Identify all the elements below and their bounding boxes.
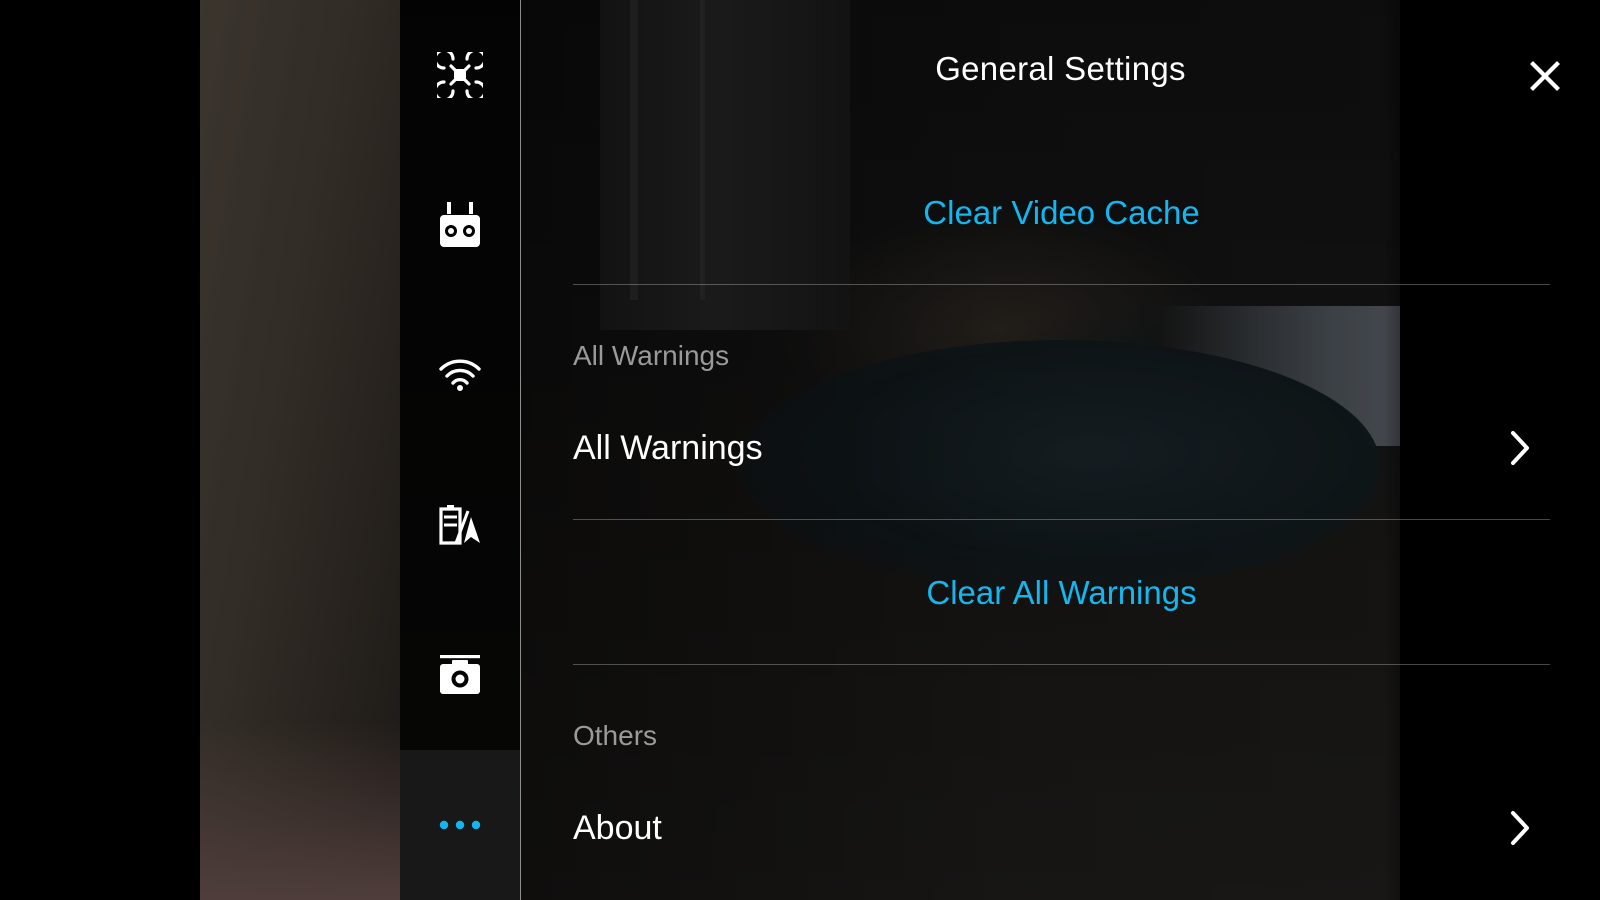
clear-video-cache-label: Clear Video Cache bbox=[923, 194, 1200, 231]
nav-item-more[interactable] bbox=[400, 750, 520, 900]
clear-video-cache-button[interactable]: Clear Video Cache bbox=[573, 143, 1550, 283]
general-settings-panel: General Settings Clear Video Cache All W… bbox=[521, 0, 1600, 900]
about-label: About bbox=[573, 808, 662, 847]
all-warnings-row[interactable]: All Warnings bbox=[573, 388, 1550, 508]
nav-item-camera[interactable] bbox=[400, 600, 520, 750]
close-button[interactable] bbox=[1521, 52, 1569, 100]
divider bbox=[573, 284, 1550, 285]
app-screen: General Settings Clear Video Cache All W… bbox=[0, 0, 1600, 900]
wifi-icon bbox=[439, 359, 481, 391]
all-warnings-label: All Warnings bbox=[573, 428, 763, 467]
section-header-others: Others bbox=[573, 720, 658, 751]
camera-icon bbox=[440, 655, 480, 694]
page-title: General Settings bbox=[935, 50, 1186, 87]
nav-item-wifi[interactable] bbox=[400, 300, 520, 450]
section-header-all-warnings: All Warnings bbox=[573, 340, 730, 371]
settings-nav-rail bbox=[400, 0, 521, 900]
nav-item-battery[interactable] bbox=[400, 450, 520, 600]
aircraft-icon bbox=[437, 52, 483, 98]
clear-all-warnings-button[interactable]: Clear All Warnings bbox=[573, 523, 1550, 663]
battery-icon bbox=[439, 505, 480, 545]
remote-controller-icon bbox=[440, 202, 480, 247]
chevron-right-icon bbox=[1500, 428, 1540, 468]
more-icon bbox=[439, 820, 481, 830]
about-row[interactable]: About bbox=[573, 768, 1550, 888]
clear-all-warnings-label: Clear All Warnings bbox=[926, 574, 1197, 611]
nav-item-aircraft[interactable] bbox=[400, 0, 520, 150]
chevron-right-icon bbox=[1500, 808, 1540, 848]
divider bbox=[573, 664, 1550, 665]
nav-item-remote-controller[interactable] bbox=[400, 150, 520, 300]
close-icon bbox=[1530, 61, 1560, 91]
divider bbox=[573, 519, 1550, 520]
